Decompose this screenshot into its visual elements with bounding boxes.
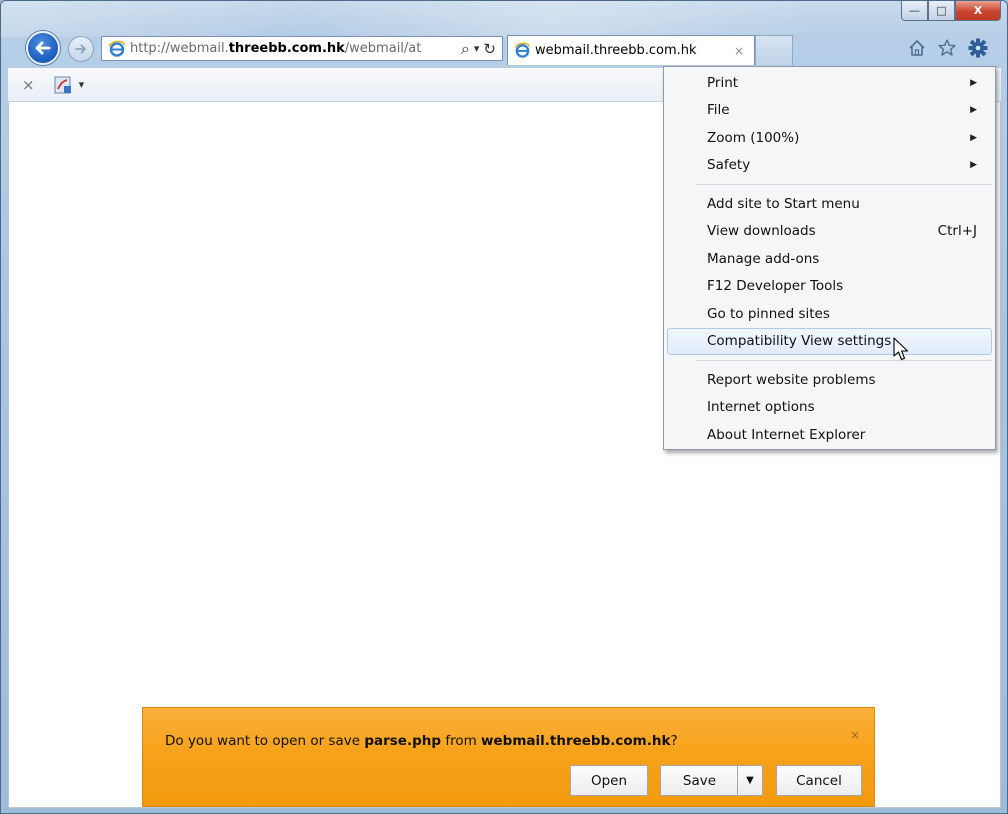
submenu-arrow-icon: ▶ <box>970 105 977 116</box>
menu-item-about-internet-explorer[interactable]: About Internet Explorer <box>664 421 995 449</box>
menu-item-compatibility-view-settings[interactable]: Compatibility View settings <box>667 327 992 355</box>
address-tools: ⌕ ▾ ↻ <box>461 39 502 59</box>
search-icon[interactable]: ⌕ <box>461 39 470 59</box>
menu-item-go-to-pinned-sites[interactable]: Go to pinned sites <box>664 300 995 328</box>
tab-title: webmail.threebb.com.hk <box>535 43 697 58</box>
url-prefix: http://webmail. <box>130 41 229 56</box>
browser-toolbar-icons <box>907 37 989 59</box>
menu-item-label: Print <box>707 74 739 91</box>
address-dropdown-icon[interactable]: ▾ <box>474 42 480 55</box>
menu-item-label: Compatibility View settings <box>707 333 892 350</box>
tab-close-icon[interactable]: × <box>734 44 744 58</box>
mouse-cursor-icon <box>893 337 909 361</box>
menu-separator <box>696 360 992 361</box>
menu-item-shortcut: Ctrl+J <box>937 223 977 240</box>
menu-item-label: Safety <box>707 157 751 174</box>
home-icon[interactable] <box>907 38 927 58</box>
back-arrow-icon <box>35 41 51 55</box>
download-filename: parse.php <box>364 733 442 749</box>
refresh-icon[interactable]: ↻ <box>483 40 496 58</box>
message-middle: from <box>441 733 482 749</box>
menu-item-label: Go to pinned sites <box>707 305 830 322</box>
save-button[interactable]: Save <box>660 765 738 796</box>
address-bar[interactable]: http://webmail.threebb.com.hk/webmail/at… <box>101 36 503 61</box>
maximize-button[interactable]: □ <box>928 1 955 21</box>
download-notification-bar: Do you want to open or save parse.php fr… <box>142 707 875 807</box>
menu-item-file[interactable]: File ▶ <box>664 97 995 125</box>
menu-item-label: Report website problems <box>707 371 876 388</box>
menu-item-label: Add site to Start menu <box>707 195 860 212</box>
tab-webmail[interactable]: webmail.threebb.com.hk × <box>507 35 755 65</box>
ie-page-icon <box>108 40 125 57</box>
menu-item-internet-options[interactable]: Internet options <box>664 394 995 422</box>
menu-item-print[interactable]: Print ▶ <box>664 69 995 97</box>
addon-bar-close-icon[interactable]: × <box>22 76 35 94</box>
forward-arrow-icon <box>75 44 86 54</box>
menu-item-label: View downloads <box>707 223 816 240</box>
address-url[interactable]: http://webmail.threebb.com.hk/webmail/at <box>130 41 430 56</box>
menu-item-label: F12 Developer Tools <box>707 278 844 295</box>
addon-button[interactable]: ▾ <box>53 75 85 95</box>
addon-dropdown-icon[interactable]: ▾ <box>79 78 85 91</box>
title-bar <box>1 1 1007 37</box>
caption-buttons: — □ X <box>901 1 1001 21</box>
url-domain: threebb.com.hk <box>228 41 345 56</box>
menu-item-safety[interactable]: Safety ▶ <box>664 152 995 180</box>
save-options-dropdown[interactable]: ▼ <box>737 765 763 796</box>
cancel-button[interactable]: Cancel <box>776 765 862 796</box>
pdf-addon-icon <box>54 76 71 93</box>
new-tab-button[interactable] <box>755 35 793 65</box>
menu-item-manage-add-ons[interactable]: Manage add-ons <box>664 245 995 273</box>
submenu-arrow-icon: ▶ <box>970 160 977 171</box>
url-suffix: /webmail/at <box>344 41 422 56</box>
menu-item-f12-developer-tools[interactable]: F12 Developer Tools <box>664 273 995 301</box>
open-button[interactable]: Open <box>570 765 648 796</box>
menu-item-label: About Internet Explorer <box>707 426 866 443</box>
browser-window: — □ X http://webmail.threebb.com.hk/webm… <box>0 0 1008 814</box>
submenu-arrow-icon: ▶ <box>970 77 977 88</box>
menu-item-label: File <box>707 102 730 119</box>
gear-icon[interactable] <box>967 37 989 59</box>
menu-separator <box>696 184 992 185</box>
message-prefix: Do you want to open or save <box>165 733 365 749</box>
favorites-star-icon[interactable] <box>937 38 957 58</box>
submenu-arrow-icon: ▶ <box>970 132 977 143</box>
menu-item-label: Zoom (100%) <box>707 129 800 146</box>
forward-button[interactable] <box>68 36 94 62</box>
notification-close-icon[interactable]: × <box>850 728 860 742</box>
menu-item-zoom[interactable]: Zoom (100%) ▶ <box>664 124 995 152</box>
menu-item-label: Manage add-ons <box>707 250 820 267</box>
minimize-button[interactable]: — <box>901 1 928 21</box>
download-site: webmail.threebb.com.hk <box>481 733 671 749</box>
menu-item-report-website-problems[interactable]: Report website problems <box>664 366 995 394</box>
back-button[interactable] <box>26 31 60 65</box>
ie-tab-icon <box>514 42 530 58</box>
close-window-button[interactable]: X <box>955 1 1001 21</box>
menu-item-add-site-to-start-menu[interactable]: Add site to Start menu <box>664 190 995 218</box>
menu-item-view-downloads[interactable]: View downloads Ctrl+J <box>664 218 995 246</box>
notification-message: Do you want to open or save parse.php fr… <box>165 733 678 749</box>
tools-menu: Print ▶ File ▶ Zoom (100%) ▶ Safety ▶ Ad… <box>663 66 996 450</box>
menu-item-label: Internet options <box>707 399 815 416</box>
message-suffix: ? <box>670 733 678 749</box>
